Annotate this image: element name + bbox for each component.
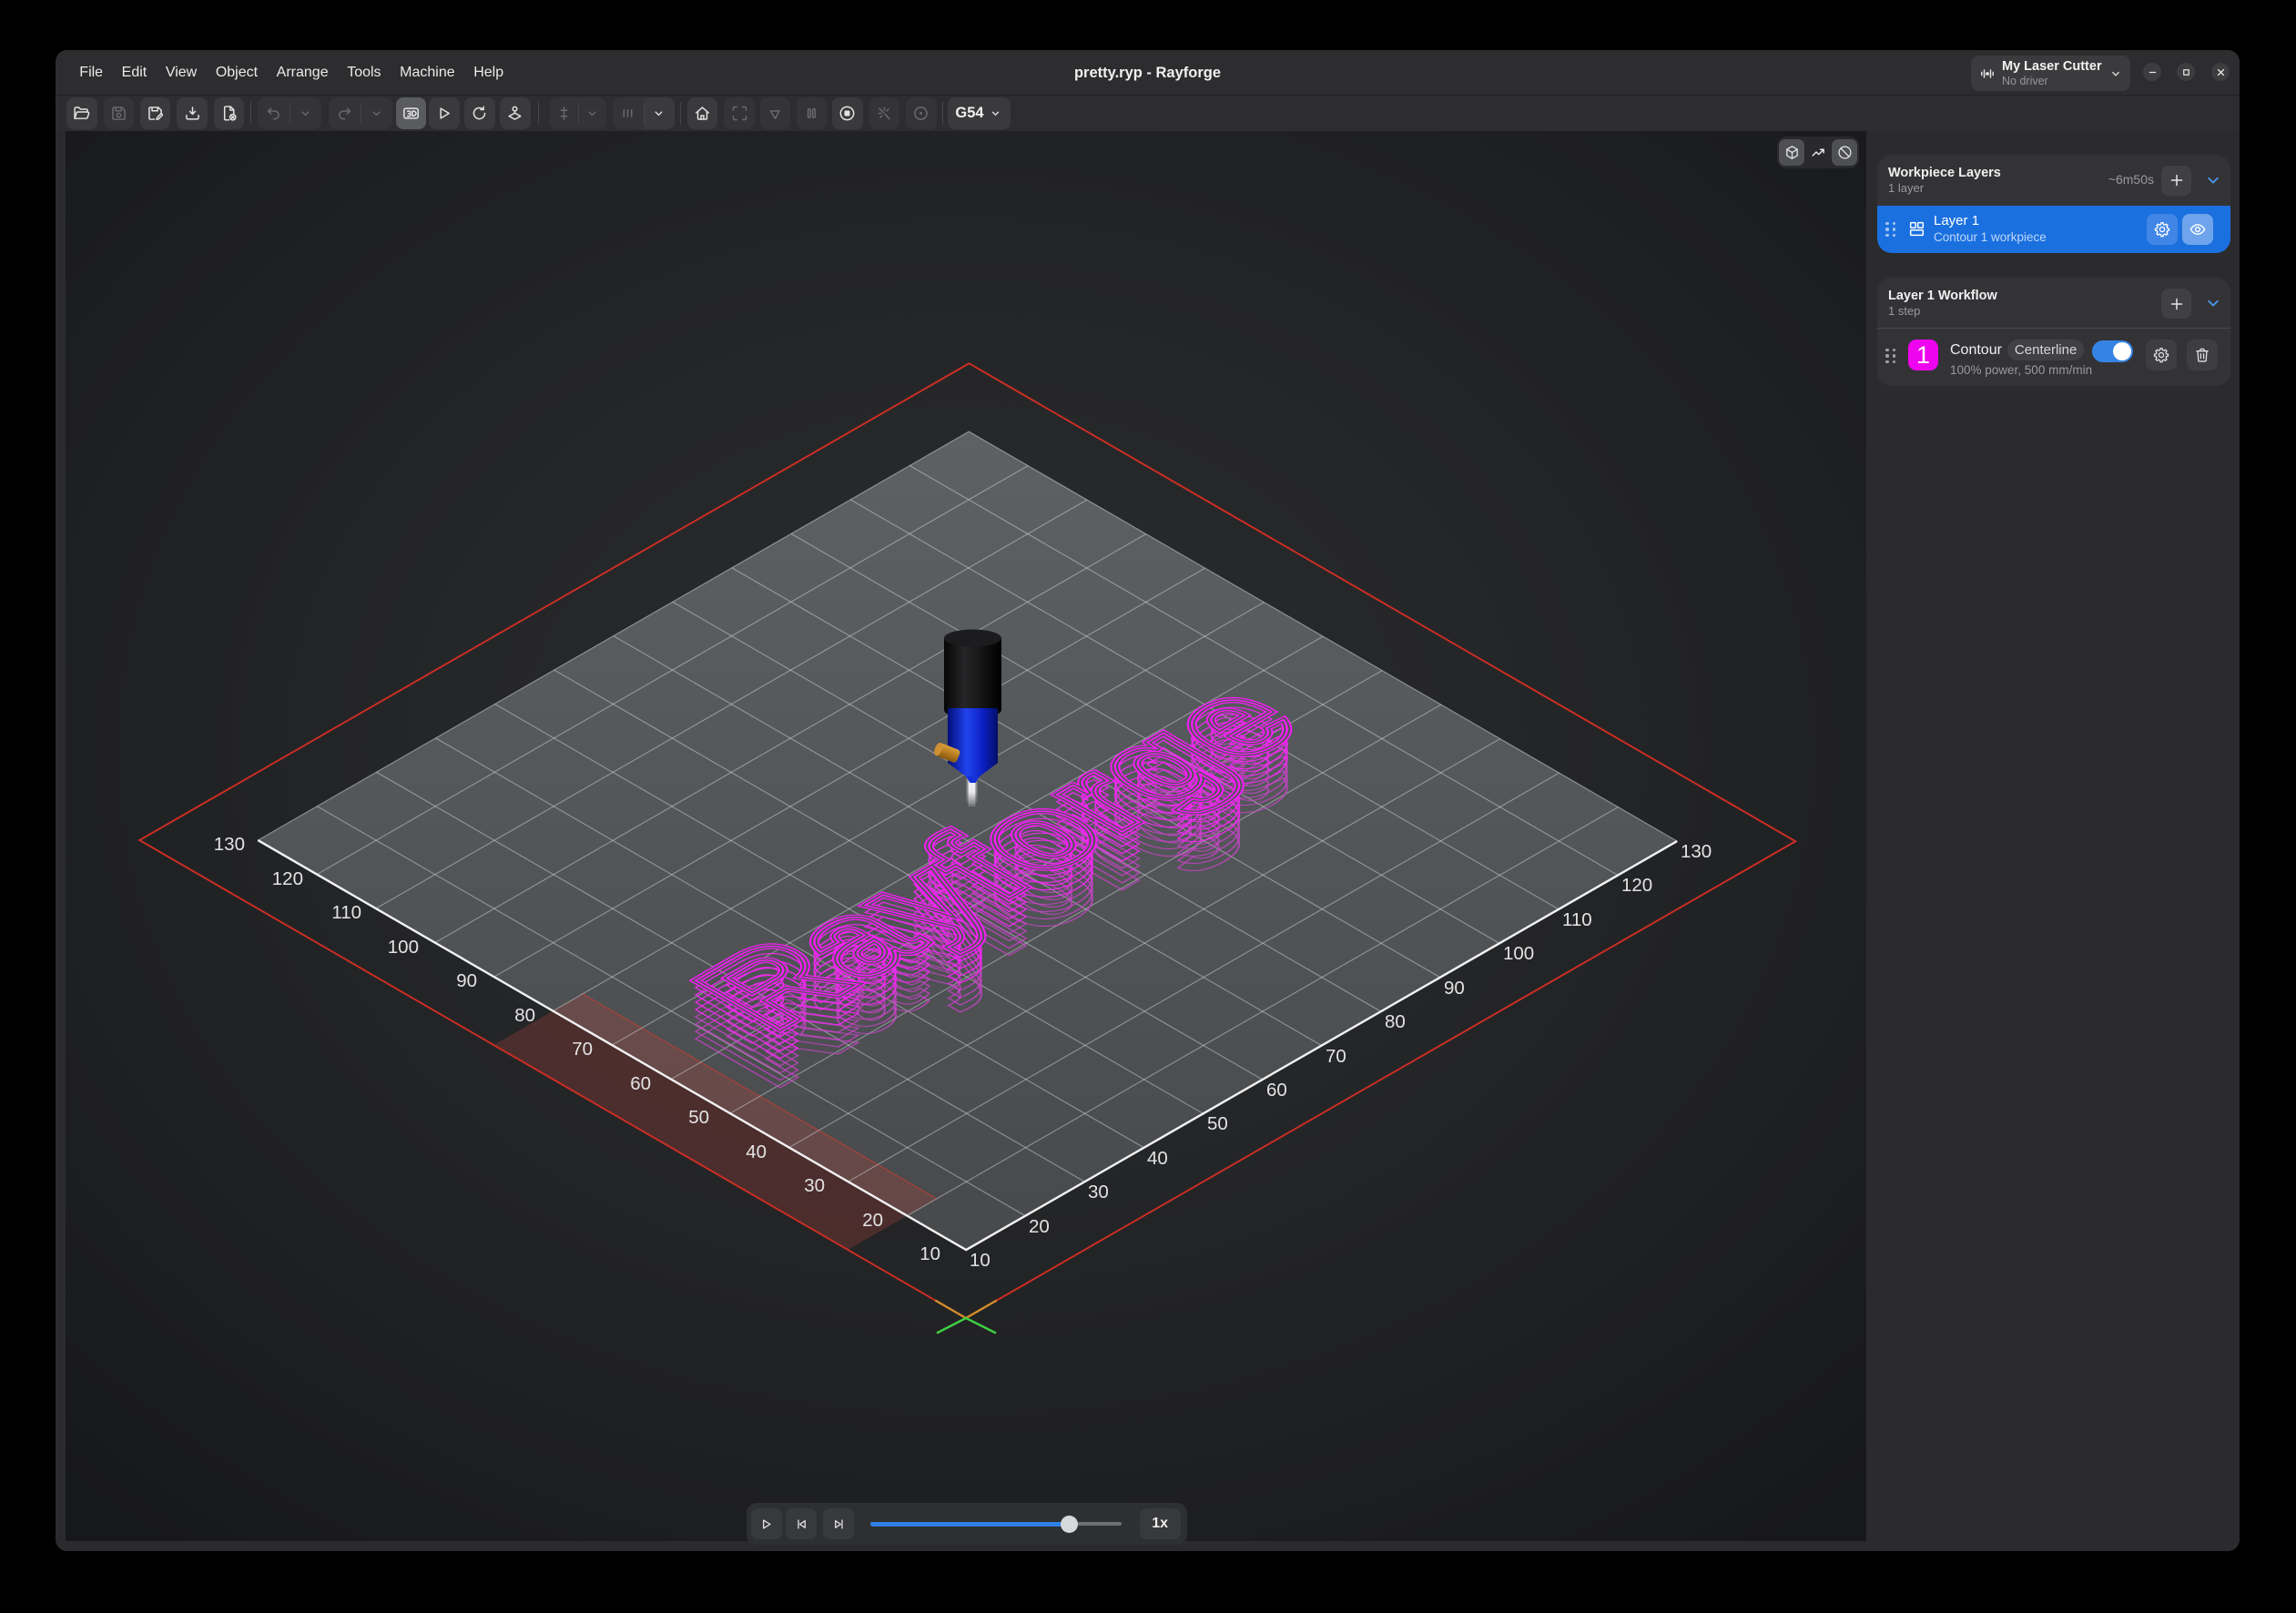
svg-text:100: 100 — [1503, 943, 1534, 964]
svg-text:70: 70 — [1326, 1046, 1346, 1067]
svg-text:60: 60 — [630, 1073, 651, 1094]
svg-text:10: 10 — [970, 1250, 991, 1271]
svg-text:20: 20 — [862, 1210, 883, 1231]
svg-text:110: 110 — [331, 902, 361, 923]
svg-text:80: 80 — [1385, 1011, 1406, 1032]
svg-text:110: 110 — [1562, 909, 1592, 930]
svg-text:80: 80 — [514, 1005, 535, 1026]
svg-text:50: 50 — [1207, 1113, 1228, 1134]
svg-text:90: 90 — [1444, 978, 1465, 999]
svg-text:120: 120 — [272, 868, 303, 889]
svg-text:90: 90 — [456, 970, 477, 991]
svg-text:120: 120 — [1621, 875, 1652, 896]
svg-text:100: 100 — [388, 937, 419, 958]
svg-text:130: 130 — [214, 834, 245, 855]
svg-text:40: 40 — [1147, 1148, 1168, 1169]
svg-text:30: 30 — [1088, 1182, 1109, 1202]
svg-text:30: 30 — [804, 1175, 825, 1196]
svg-text:10: 10 — [919, 1243, 940, 1264]
svg-text:50: 50 — [688, 1107, 709, 1128]
svg-text:70: 70 — [572, 1039, 593, 1060]
svg-text:60: 60 — [1266, 1080, 1287, 1101]
svg-text:20: 20 — [1029, 1216, 1050, 1237]
svg-text:130: 130 — [1681, 841, 1712, 862]
svg-text:40: 40 — [746, 1141, 767, 1162]
